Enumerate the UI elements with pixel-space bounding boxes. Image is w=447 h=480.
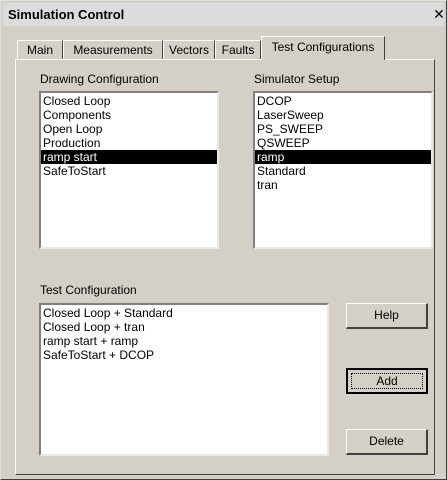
tab-faults[interactable]: Faults xyxy=(215,40,261,60)
tab-measurements[interactable]: Measurements xyxy=(63,40,163,60)
simulation-control-dialog: Simulation Control ✕ Main Measurements V… xyxy=(0,0,447,480)
tab-test-configurations-label: Test Configurations xyxy=(271,40,375,54)
tab-panel xyxy=(15,59,435,475)
tab-main[interactable]: Main xyxy=(17,40,63,60)
title-bar[interactable]: Simulation Control ✕ xyxy=(3,3,447,26)
tab-faults-label: Faults xyxy=(221,43,255,57)
tab-vectors-label: Vectors xyxy=(168,43,210,57)
window-title: Simulation Control xyxy=(8,7,125,22)
tab-vectors[interactable]: Vectors xyxy=(163,40,215,60)
close-icon[interactable]: ✕ xyxy=(431,6,447,22)
tab-main-label: Main xyxy=(26,43,53,57)
tab-measurements-label: Measurements xyxy=(73,43,153,57)
tab-test-configurations[interactable]: Test Configurations xyxy=(261,36,385,60)
